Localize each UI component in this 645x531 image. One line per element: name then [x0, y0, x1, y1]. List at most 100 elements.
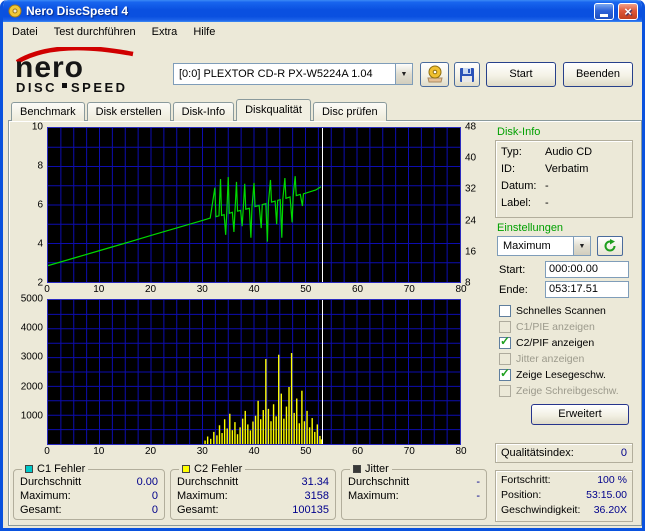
- progress-row: Position: 53:15.00: [501, 489, 627, 501]
- progress-row: Geschwindigkeit: 36.20X: [501, 504, 627, 516]
- stat-row: Durchschnitt 0.00: [20, 476, 158, 488]
- tick-label: 40: [465, 152, 477, 164]
- c1-color-swatch: [25, 465, 33, 473]
- tick-label: 2: [37, 277, 43, 289]
- checkbox-box: ✓: [499, 385, 511, 397]
- speed-chart-y-axis-right: 48 40 32 24 16 8: [461, 122, 487, 289]
- speed-select-value: Maximum: [503, 240, 551, 252]
- check-icon: ✓: [500, 334, 511, 348]
- c2-chart-y-axis-left: 5000 4000 3000 2000 1000: [13, 294, 47, 445]
- tick-label: 30: [196, 284, 208, 295]
- jitter-legend: Jitter: [350, 463, 392, 475]
- floppy-disk-icon: [460, 67, 474, 82]
- tick-label: 8: [37, 160, 43, 172]
- tick-label: 70: [403, 284, 415, 295]
- jitter-group: Jitter Durchschnitt - Maximum: -: [341, 463, 487, 520]
- disk-info-row: Typ: Audio CD: [501, 146, 593, 158]
- logo-disc-text: DISC: [16, 80, 57, 95]
- tick-label: 70: [403, 446, 415, 457]
- checkbox-box: ✓: [499, 321, 511, 333]
- tick-label: 1000: [20, 410, 43, 422]
- tick-label: 60: [351, 446, 364, 457]
- tick-label: 30: [196, 446, 208, 457]
- tick-label: 10: [31, 121, 43, 133]
- tick-label: 0: [44, 446, 50, 457]
- checkbox-c2-pif-anzeigen[interactable]: ✓ C2/PIF anzeigen: [499, 334, 594, 350]
- minimize-button[interactable]: [594, 2, 614, 20]
- menu-extra[interactable]: Extra: [144, 23, 186, 41]
- start-time-label: Start:: [499, 264, 526, 276]
- tick-label: 4: [37, 238, 43, 250]
- tick-label: 40: [248, 284, 260, 295]
- error-stats-row: C1 Fehler Durchschnitt 0.00 Maximum: 0 Ges…: [13, 463, 487, 520]
- disk-info-row: Label: -: [501, 197, 549, 209]
- checkbox-box: ✓: [499, 334, 511, 349]
- checkbox-schnelles-scannen[interactable]: ✓ Schnelles Scannen: [499, 304, 606, 318]
- refresh-button[interactable]: [597, 236, 623, 256]
- eject-disc-button[interactable]: [420, 62, 449, 87]
- stat-row: Maximum: 0: [20, 490, 158, 502]
- c2-error-legend: C2 Fehler: [179, 463, 245, 475]
- tick-label: 80: [455, 446, 467, 457]
- end-time-field[interactable]: 053:17.51: [545, 281, 629, 298]
- tick-label: 50: [300, 446, 312, 457]
- speed-chart-plot: [47, 127, 461, 283]
- stat-row: Durchschnitt -: [348, 476, 480, 488]
- jitter-title: Jitter: [365, 463, 389, 475]
- advanced-button[interactable]: Erweitert: [531, 404, 629, 425]
- settings-header: Einstellungen: [497, 222, 564, 234]
- tab-benchmark[interactable]: Benchmark: [11, 102, 85, 121]
- disk-info-row: Datum: -: [501, 180, 549, 192]
- save-button[interactable]: [454, 62, 480, 87]
- menu-hilfe[interactable]: Hilfe: [185, 23, 223, 41]
- tick-label: 3000: [20, 351, 43, 363]
- checkbox-zeige-lesegeschw[interactable]: ✓ Zeige Lesegeschw.: [499, 366, 606, 382]
- logo-square: [62, 83, 67, 88]
- speed-chart-x-axis: 0 10 20 30 40 50 60 70 80: [44, 283, 466, 297]
- tab-disc-pruefen[interactable]: Disc prüfen: [312, 102, 387, 121]
- speed-select[interactable]: Maximum ▼: [497, 236, 591, 256]
- c2-error-group: C2 Fehler Durchschnitt 31.34 Maximum: 3158…: [170, 463, 336, 520]
- tab-diskqualitaet[interactable]: Diskqualität: [236, 99, 311, 121]
- tab-disk-erstellen[interactable]: Disk erstellen: [86, 102, 171, 121]
- tab-disk-info[interactable]: Disk-Info: [172, 102, 235, 121]
- close-button[interactable]: ×: [618, 2, 638, 20]
- app-window: Nero DiscSpeed 4 × Datei Test durchführe…: [0, 0, 645, 531]
- tick-label: 60: [351, 284, 364, 295]
- checkbox-box: ✓: [499, 366, 511, 381]
- end-time-label: Ende:: [499, 284, 528, 296]
- c2-chart-plot: [47, 299, 461, 445]
- tick-label: 20: [144, 284, 157, 295]
- quit-button[interactable]: Beenden: [563, 62, 633, 87]
- tick-label: 40: [248, 446, 260, 457]
- tick-label: 10: [93, 446, 105, 457]
- tab-bar: Benchmark Disk erstellen Disk-Info Diskq…: [11, 99, 389, 121]
- tick-label: 24: [465, 215, 477, 227]
- menu-test-durchfuehren[interactable]: Test durchführen: [46, 23, 144, 41]
- drive-select[interactable]: [0:0] PLEXTOR CD-R PX-W5224A 1.04 ▼: [173, 63, 413, 85]
- stat-row: Gesamt: 0: [20, 504, 158, 516]
- tick-label: 2000: [20, 381, 43, 393]
- titlebar: Nero DiscSpeed 4 ×: [3, 0, 642, 22]
- stat-row: Durchschnitt 31.34: [177, 476, 329, 488]
- c1-error-group: C1 Fehler Durchschnitt 0.00 Maximum: 0 Ges…: [13, 463, 165, 520]
- start-button[interactable]: Start: [486, 62, 556, 87]
- checkbox-box: ✓: [499, 353, 511, 365]
- progress-box: Fortschritt: 100 % Position: 53:15.00 Gesc…: [495, 470, 633, 522]
- chevron-down-icon[interactable]: ▼: [395, 64, 412, 84]
- tick-label: 80: [455, 284, 467, 295]
- disk-info-header: Disk-Info: [497, 126, 541, 138]
- stat-row: Maximum: 3158: [177, 490, 329, 502]
- app-icon: [8, 4, 22, 18]
- chevron-down-icon[interactable]: ▼: [573, 237, 590, 255]
- c2-error-chart: 5000 4000 3000 2000 1000 0 10 20 30 40 50 60 70 80: [13, 294, 487, 459]
- right-panel: Disk-Info Typ: Audio CD ID: Verbatim Datum…: [491, 121, 639, 525]
- speed-chart-y-axis-left: 10 8 6 4 2: [13, 122, 47, 289]
- menu-datei[interactable]: Datei: [4, 23, 46, 41]
- tick-label: 0: [44, 284, 50, 295]
- start-time-field[interactable]: 000:00.00: [545, 261, 629, 278]
- window-title: Nero DiscSpeed 4: [26, 4, 129, 18]
- checkbox-c1-pie-anzeigen: ✓ C1/PIE anzeigen: [499, 320, 595, 334]
- checkbox-jitter-anzeigen: ✓ Jitter anzeigen: [499, 352, 584, 366]
- disk-info-box: Typ: Audio CD ID: Verbatim Datum: - Label: -: [495, 140, 633, 218]
